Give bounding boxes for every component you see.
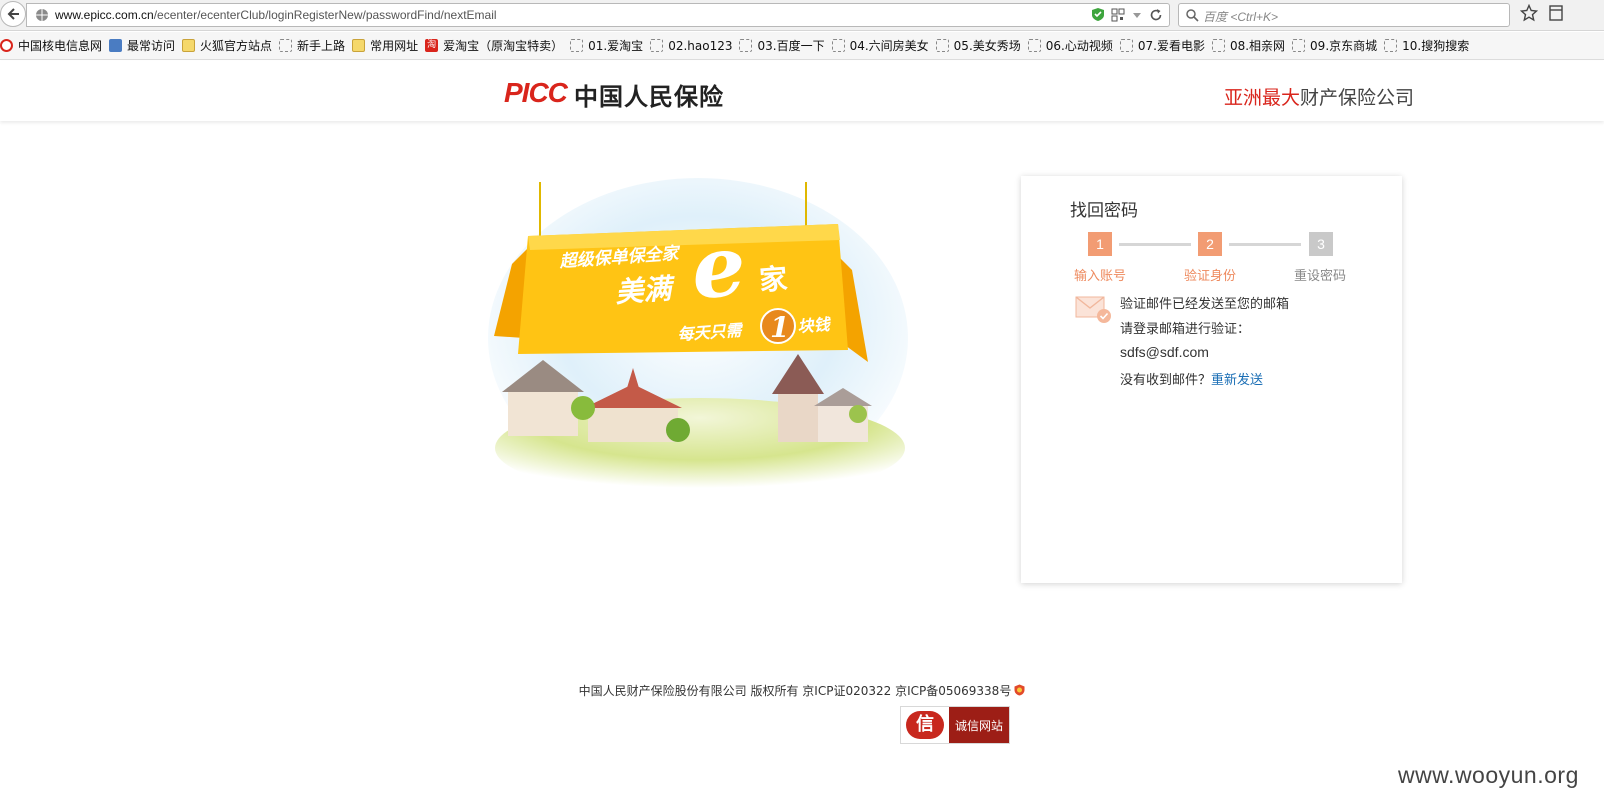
bookmark-label: 02.hao123	[668, 38, 733, 53]
bookmark-label: 03.百度一下	[757, 39, 825, 53]
bookmark-label: 中国核电信息网	[18, 39, 103, 53]
bookmark-folder-icon	[352, 39, 366, 52]
bookmark-label: 01.爱淘宝	[588, 39, 644, 53]
bookmark-dashed-icon	[831, 39, 845, 52]
search-icon	[1186, 9, 1199, 22]
card-title: 找回密码	[1070, 201, 1138, 221]
bookmark-item[interactable]: 02.hao123	[650, 39, 732, 53]
back-arrow-icon	[7, 8, 19, 20]
bookmark-dashed-icon	[1384, 39, 1398, 52]
bookmark-label: 新手上路	[297, 39, 346, 53]
bookmark-label: 10.搜狗搜索	[1402, 39, 1470, 53]
bookmark-item[interactable]: 中国核电信息网	[0, 37, 102, 54]
bookmark-dashed-icon	[1211, 39, 1225, 52]
bookmark-label: 06.心动视频	[1045, 39, 1113, 53]
bookmark-label: 最常访问	[127, 39, 176, 53]
bookmark-item[interactable]: 淘爱淘宝（原淘宝特卖）	[425, 37, 563, 54]
trust-badge-label: 诚信网站	[949, 707, 1009, 743]
dropdown-arrow-icon[interactable]	[1131, 9, 1143, 21]
bookmark-picc-icon	[0, 39, 13, 52]
watermark: www.wooyun.org	[1398, 762, 1579, 788]
bookmark-red-icon: 淘	[425, 39, 439, 52]
step-2-label: 验证身份	[1184, 269, 1237, 284]
police-badge-icon[interactable]	[1014, 684, 1025, 696]
resend-link[interactable]: 重新发送	[1211, 373, 1263, 388]
bookmark-star-icon[interactable]	[1520, 4, 1538, 22]
bookmark-item[interactable]: 08.相亲网	[1211, 37, 1286, 54]
step-2-badge: 2	[1198, 232, 1222, 256]
bookmark-dashed-icon	[1119, 39, 1133, 52]
bookmark-folder-icon	[182, 39, 196, 52]
reload-icon[interactable]	[1149, 8, 1163, 22]
globe-icon	[36, 9, 48, 21]
menu-icon[interactable]	[1548, 4, 1564, 22]
envelope-icon	[1075, 296, 1111, 323]
bookmark-item[interactable]: 火狐官方站点	[182, 37, 272, 54]
bookmark-item[interactable]: 07.爱看电影	[1119, 37, 1205, 54]
back-button[interactable]	[0, 1, 26, 27]
bookmark-dashed-icon	[739, 39, 753, 52]
banner-number: 1	[770, 311, 789, 344]
no-mail-row: 没有收到邮件？重新发送	[1120, 369, 1263, 388]
sent-message: 验证邮件已经发送至您的邮箱	[1120, 297, 1290, 312]
step-connector	[1119, 243, 1191, 246]
copyright-text: 中国人民财产保险股份有限公司 版权所有 京ICP证020322 京ICP备050…	[578, 684, 1012, 698]
password-recovery-card: 找回密码 1 2 3 输入账号 验证身份 重设密码 验证邮件已经发送至您的邮箱 …	[1021, 176, 1402, 583]
browser-toolbar: www.epicc.com.cn/ecenter/ecenterClub/log…	[0, 0, 1604, 31]
search-field[interactable]: 百度 <Ctrl+K>	[1178, 3, 1510, 27]
bookmark-label: 07.爱看电影	[1137, 39, 1205, 53]
search-placeholder: 百度 <Ctrl+K>	[1203, 10, 1279, 24]
banner-line4-b: 块钱	[797, 315, 832, 336]
header-slogan: 亚洲最大财产保险公司	[1224, 87, 1415, 109]
bookmark-item[interactable]: 03.百度一下	[739, 37, 825, 54]
step-connector	[1229, 243, 1301, 246]
footer: 中国人民财产保险股份有限公司 版权所有 京ICP证020322 京ICP备050…	[0, 682, 1604, 699]
bookmark-dashed-icon	[1292, 39, 1306, 52]
no-mail-text: 没有收到邮件？	[1120, 373, 1212, 388]
bookmark-item[interactable]: 新手上路	[279, 37, 345, 54]
bookmark-item[interactable]: 06.心动视频	[1027, 37, 1113, 54]
bookmark-dashed-icon	[1027, 39, 1041, 52]
promo-banner-illustration: 超级保单保全家 美满 e 家 每天只需 1 块钱	[488, 178, 908, 496]
banner-line3: 家	[758, 262, 788, 297]
bookmark-dashed-icon	[650, 39, 664, 52]
url-text: www.epicc.com.cn/ecenter/ecenterClub/log…	[55, 8, 497, 22]
login-instruction: 请登录邮箱进行验证：	[1120, 322, 1251, 337]
picc-logo[interactable]: PICC	[504, 77, 568, 109]
step-1-label: 输入账号	[1074, 269, 1127, 284]
bookmark-item[interactable]: 05.美女秀场	[935, 37, 1021, 54]
bookmark-blue-icon	[109, 39, 123, 52]
trust-website-badge[interactable]: 信 诚信网站	[900, 706, 1010, 744]
bookmark-label: 爱淘宝（原淘宝特卖）	[443, 39, 564, 53]
qrcode-icon[interactable]	[1111, 8, 1125, 22]
step-1-badge: 1	[1088, 232, 1112, 256]
bookmark-label: 05.美女秀场	[953, 39, 1021, 53]
bookmarks-toolbar: 中国核电信息网 最常访问 火狐官方站点 新手上路 常用网址淘爱淘宝（原淘宝特卖） 01.爱…	[0, 32, 1604, 60]
logo-chinese-name[interactable]: 中国人民保险	[574, 77, 724, 112]
bookmark-label: 04.六间房美女	[849, 39, 929, 53]
bookmark-item[interactable]: 10.搜狗搜索	[1384, 37, 1469, 54]
bookmark-item[interactable]: 09.京东商城	[1292, 37, 1377, 54]
bookmark-dashed-icon	[935, 39, 949, 52]
bookmark-label: 火狐官方站点	[200, 39, 273, 53]
shield-check-icon[interactable]	[1091, 7, 1105, 22]
bookmark-label: 09.京东商城	[1310, 39, 1378, 53]
banner-big-e: e	[688, 215, 748, 317]
bookmark-dashed-icon	[570, 39, 584, 52]
bookmark-label: 常用网址	[370, 39, 419, 53]
bookmark-dashed-icon	[279, 39, 293, 52]
trust-seal-icon: 信	[906, 711, 944, 739]
banner-line2: 美满	[614, 272, 677, 309]
bookmark-item[interactable]: 01.爱淘宝	[570, 37, 643, 54]
step-3-label: 重设密码	[1294, 269, 1347, 284]
url-field[interactable]: www.epicc.com.cn/ecenter/ecenterClub/log…	[26, 3, 1170, 27]
site-header: PICC 中国人民保险 亚洲最大财产保险公司	[0, 61, 1604, 121]
bookmark-label: 08.相亲网	[1229, 39, 1286, 53]
bookmark-item[interactable]: 常用网址	[352, 37, 418, 54]
bookmark-item[interactable]: 04.六间房美女	[831, 37, 929, 54]
step-3-badge: 3	[1309, 232, 1333, 256]
email-address: sdfs@sdf.com	[1120, 344, 1209, 360]
bookmark-item[interactable]: 最常访问	[109, 37, 175, 54]
